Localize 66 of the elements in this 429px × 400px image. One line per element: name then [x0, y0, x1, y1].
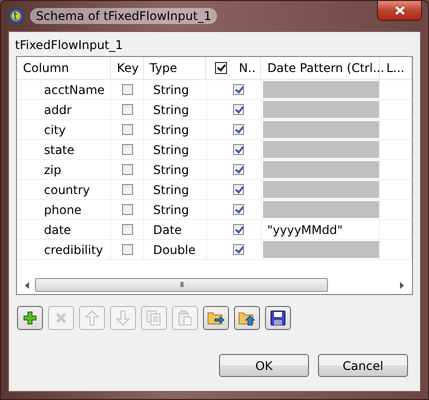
checkbox[interactable]	[122, 204, 133, 215]
table-cell-text: Date	[152, 222, 182, 236]
group-label: tFixedFlowInput_1	[15, 37, 124, 54]
checkbox[interactable]	[122, 184, 133, 195]
table-cell-text: String	[152, 122, 189, 136]
up-arrow-icon	[85, 310, 99, 326]
add-button[interactable]	[17, 306, 43, 330]
table-cell-text: country	[43, 182, 90, 196]
checkbox[interactable]	[233, 164, 244, 175]
table-cell-text: phone	[43, 202, 82, 216]
checkbox[interactable]	[122, 104, 133, 115]
table-cell-text: String	[152, 82, 189, 96]
save-button[interactable]	[265, 306, 291, 330]
close-icon	[394, 6, 404, 15]
checkbox[interactable]	[122, 124, 133, 135]
import-button[interactable]	[203, 306, 229, 330]
checkbox[interactable]	[233, 144, 244, 155]
folder-arrow-icon	[238, 310, 256, 326]
column-header: Column	[23, 61, 69, 75]
cancel-button[interactable]: Cancel	[318, 354, 408, 377]
close-icon	[54, 311, 68, 325]
down-arrow-icon	[116, 310, 130, 326]
checkbox[interactable]	[122, 244, 133, 255]
checkbox[interactable]	[233, 224, 244, 235]
table-cell-text: zip	[43, 162, 62, 176]
table-cell-text: Double	[152, 242, 196, 256]
close-button[interactable]	[377, 1, 422, 21]
checkbox[interactable]	[122, 84, 133, 95]
folder-arrow-icon	[207, 310, 225, 326]
table-cell-text: addr	[43, 102, 72, 116]
table-cell-text: acctName	[43, 82, 105, 96]
column-header: Type	[150, 61, 178, 75]
table-cell-text: String	[152, 162, 189, 176]
table-cell-text: "yyyyMMdd"	[266, 222, 343, 236]
column-header: L...	[386, 61, 404, 75]
copy-icon	[146, 310, 162, 326]
table-cell-text: state	[43, 142, 74, 156]
checkbox[interactable]	[122, 164, 133, 175]
checkbox[interactable]	[233, 244, 244, 255]
checkbox[interactable]	[233, 124, 244, 135]
table-cell-text: credibility	[43, 242, 104, 256]
plus-icon	[23, 311, 37, 325]
table-cell-text: String	[152, 182, 189, 196]
right-arrow-icon	[400, 282, 404, 288]
checkbox[interactable]	[122, 144, 133, 155]
table-cell-text: city	[43, 122, 66, 136]
table-cell-text: String	[152, 102, 189, 116]
checkbox[interactable]	[233, 84, 244, 95]
table-cell-text: String	[152, 202, 189, 216]
checkbox[interactable]	[233, 204, 244, 215]
left-arrow-icon	[25, 282, 29, 288]
table-cell-text: date	[43, 222, 72, 236]
checkbox[interactable]	[233, 104, 244, 115]
header-checkbox[interactable]	[214, 62, 227, 74]
app-logo-icon	[8, 8, 24, 24]
checkbox[interactable]	[122, 224, 133, 235]
ok-button[interactable]: OK	[219, 354, 309, 377]
window-title: Schema of tFixedFlowInput_1	[30, 8, 218, 24]
save-icon	[270, 310, 286, 326]
table-cell-text: String	[152, 142, 189, 156]
column-header: Date Pattern (Ctrl...	[267, 61, 384, 75]
checkbox[interactable]	[233, 184, 244, 195]
export-button[interactable]	[234, 306, 260, 330]
column-header: Key	[116, 61, 139, 75]
clipboard-icon	[177, 310, 193, 326]
column-header: N..	[238, 61, 256, 75]
